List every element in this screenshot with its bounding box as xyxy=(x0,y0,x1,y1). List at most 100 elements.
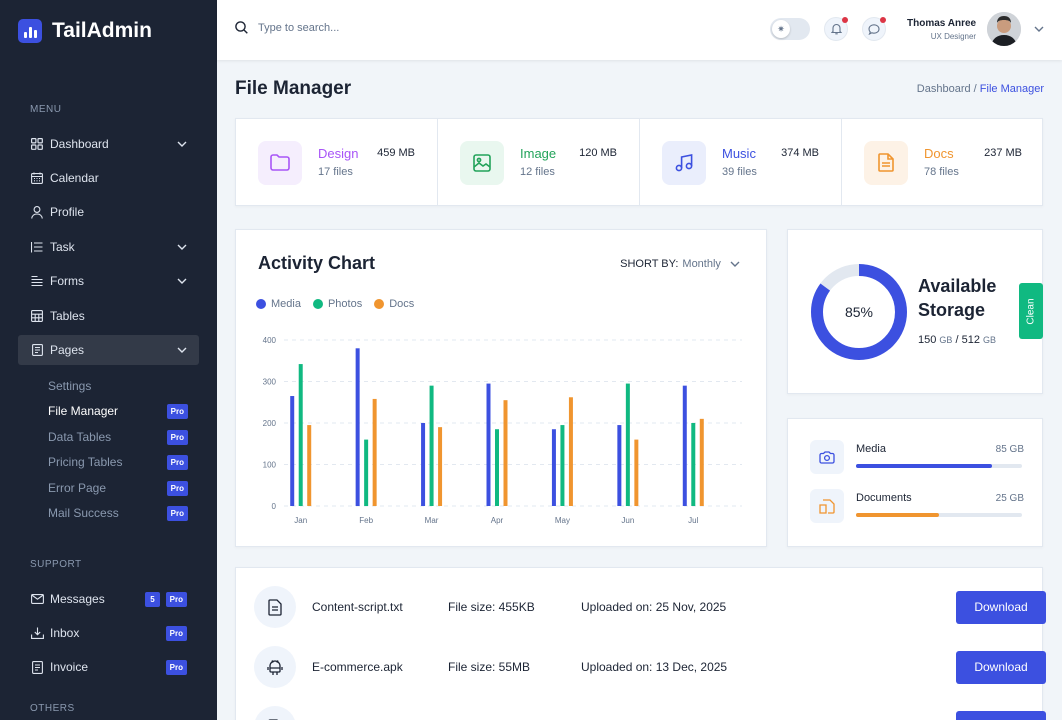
user-role: UX Designer xyxy=(930,32,977,41)
file-stats-card: Design 17 files 459 MB Image 12 files 12… xyxy=(235,118,1043,206)
grid-icon xyxy=(30,137,44,151)
forms-icon xyxy=(30,274,44,288)
sidebar-subitem-label: Data Tables xyxy=(48,430,112,444)
y-tick-label: 0 xyxy=(272,502,277,511)
sidebar-item-inbox[interactable]: Inbox Pro xyxy=(18,618,199,648)
file-row xyxy=(254,704,1046,720)
sidebar: TailAdmin MENU Dashboard Calendar Profil… xyxy=(0,0,217,720)
sidebar-subitem-label: Error Page xyxy=(48,481,107,495)
pro-badge: Pro xyxy=(166,454,188,470)
clean-button[interactable]: Clean xyxy=(1019,283,1043,339)
sidebar-item-forms[interactable]: Forms xyxy=(18,266,199,296)
android-icon xyxy=(254,646,296,688)
stat-name: Image xyxy=(520,146,557,161)
y-tick-label: 400 xyxy=(263,336,277,345)
search-bar[interactable]: Type to search... xyxy=(235,21,339,34)
download-button[interactable]: Download xyxy=(956,650,1046,684)
dark-mode-toggle[interactable]: ✷ xyxy=(770,18,810,40)
download-button[interactable] xyxy=(956,710,1046,720)
y-tick-label: 100 xyxy=(263,461,277,470)
download-button[interactable]: Download xyxy=(956,590,1046,624)
chat-button[interactable] xyxy=(862,17,886,41)
bar-photos-feb xyxy=(364,439,369,506)
storage-used: 150 xyxy=(918,334,937,346)
stat-image[interactable]: Image 12 files 120 MB xyxy=(438,119,640,206)
bar-photos-jun xyxy=(625,383,630,506)
sidebar-item-calendar[interactable]: Calendar xyxy=(18,163,199,193)
usage-track xyxy=(856,464,1022,468)
storage-donut: 85% xyxy=(811,264,907,360)
sidebar-item-task[interactable]: Task xyxy=(18,232,199,262)
x-tick-label: May xyxy=(555,516,570,525)
storage-used-unit: GB xyxy=(939,335,953,345)
x-tick-label: Jun xyxy=(621,516,634,525)
folder-icon xyxy=(258,140,302,185)
stat-docs[interactable]: Docs 78 files 237 MB xyxy=(842,119,1044,206)
sidebar-subitem-mail-success[interactable]: Mail Success Pro xyxy=(48,502,188,524)
pro-badge: Pro xyxy=(165,591,187,607)
stat-size: 237 MB xyxy=(984,147,1022,159)
search-input[interactable]: Type to search... xyxy=(258,22,339,34)
file-date: Uploaded on: 13 Dec, 2025 xyxy=(581,660,728,674)
bar-photos-mar xyxy=(429,385,434,506)
bar-photos-jan xyxy=(298,364,303,506)
usage-row-media: Media 85 GB xyxy=(808,440,1024,480)
stat-design[interactable]: Design 17 files 459 MB xyxy=(236,119,438,206)
notification-button[interactable] xyxy=(824,17,848,41)
sidebar-subitem-pricing-tables[interactable]: Pricing Tables Pro xyxy=(48,451,188,473)
stat-music[interactable]: Music 39 files 374 MB xyxy=(640,119,842,206)
stat-name: Docs xyxy=(924,146,954,161)
chevron-down-icon[interactable] xyxy=(1034,26,1044,32)
sidebar-subitem-settings[interactable]: Settings xyxy=(48,375,188,397)
bell-icon xyxy=(830,23,842,35)
bar-media-jan xyxy=(290,396,295,506)
document-icon xyxy=(864,140,908,185)
stat-name: Music xyxy=(722,146,756,161)
storage-sep: / xyxy=(952,334,962,346)
user-menu[interactable]: Thomas Anree UX Designer xyxy=(907,18,976,41)
pro-badge: Pro xyxy=(166,403,188,419)
breadcrumb-root[interactable]: Dashboard / xyxy=(917,83,977,95)
mail-icon xyxy=(30,592,44,606)
bar-docs-jul xyxy=(699,418,704,506)
bar-docs-mar xyxy=(438,427,443,506)
stat-files: 78 files xyxy=(924,166,959,178)
sidebar-item-profile[interactable]: Profile xyxy=(18,197,199,227)
sidebar-subitem-file-manager[interactable]: File Manager Pro xyxy=(48,400,188,422)
stat-files: 12 files xyxy=(520,166,555,178)
sidebar-item-label: Tables xyxy=(50,309,85,323)
pro-badge: Pro xyxy=(165,659,187,675)
avatar[interactable] xyxy=(987,12,1021,46)
menu-group-label: MENU xyxy=(30,104,62,115)
sidebar-item-label: Calendar xyxy=(50,171,99,185)
sidebar-item-messages[interactable]: Messages 5 Pro xyxy=(18,584,199,614)
usage-row-documents: Documents 25 GB xyxy=(808,489,1024,529)
sidebar-item-label: Forms xyxy=(50,274,84,288)
stat-files: 17 files xyxy=(318,166,353,178)
sidebar-item-label: Profile xyxy=(50,205,85,219)
x-tick-label: Mar xyxy=(425,516,439,525)
table-icon xyxy=(30,309,44,323)
sidebar-item-label: Dashboard xyxy=(50,137,109,151)
sidebar-item-dashboard[interactable]: Dashboard xyxy=(18,129,199,159)
logo[interactable]: TailAdmin xyxy=(18,19,152,43)
sidebar-subitem-error-page[interactable]: Error Page Pro xyxy=(48,477,188,499)
sidebar-item-label: Pages xyxy=(50,343,85,357)
sidebar-item-pages[interactable]: Pages xyxy=(18,335,199,365)
chat-dot xyxy=(880,17,886,23)
file-row: E-commerce.apk File size: 55MB Uploaded … xyxy=(254,644,1046,690)
bar-media-jun xyxy=(617,425,622,506)
sidebar-subitem-label: Pricing Tables xyxy=(48,455,123,469)
bar-docs-jun xyxy=(634,439,639,506)
sidebar-item-tables[interactable]: Tables xyxy=(18,301,199,331)
top-header: Type to search... ✷ Thomas Anree UX Desi… xyxy=(217,0,1062,60)
sun-icon: ✷ xyxy=(772,20,790,38)
app-name: TailAdmin xyxy=(52,19,152,42)
storage-value: 150 GB / 512 GB xyxy=(918,334,996,346)
bar-media-feb xyxy=(355,348,360,506)
bar-media-mar xyxy=(421,423,426,506)
sidebar-subitem-data-tables[interactable]: Data Tables Pro xyxy=(48,426,188,448)
bar-photos-may xyxy=(560,425,565,506)
sidebar-item-label: Messages xyxy=(50,592,105,606)
sidebar-item-invoice[interactable]: Invoice Pro xyxy=(18,652,199,682)
